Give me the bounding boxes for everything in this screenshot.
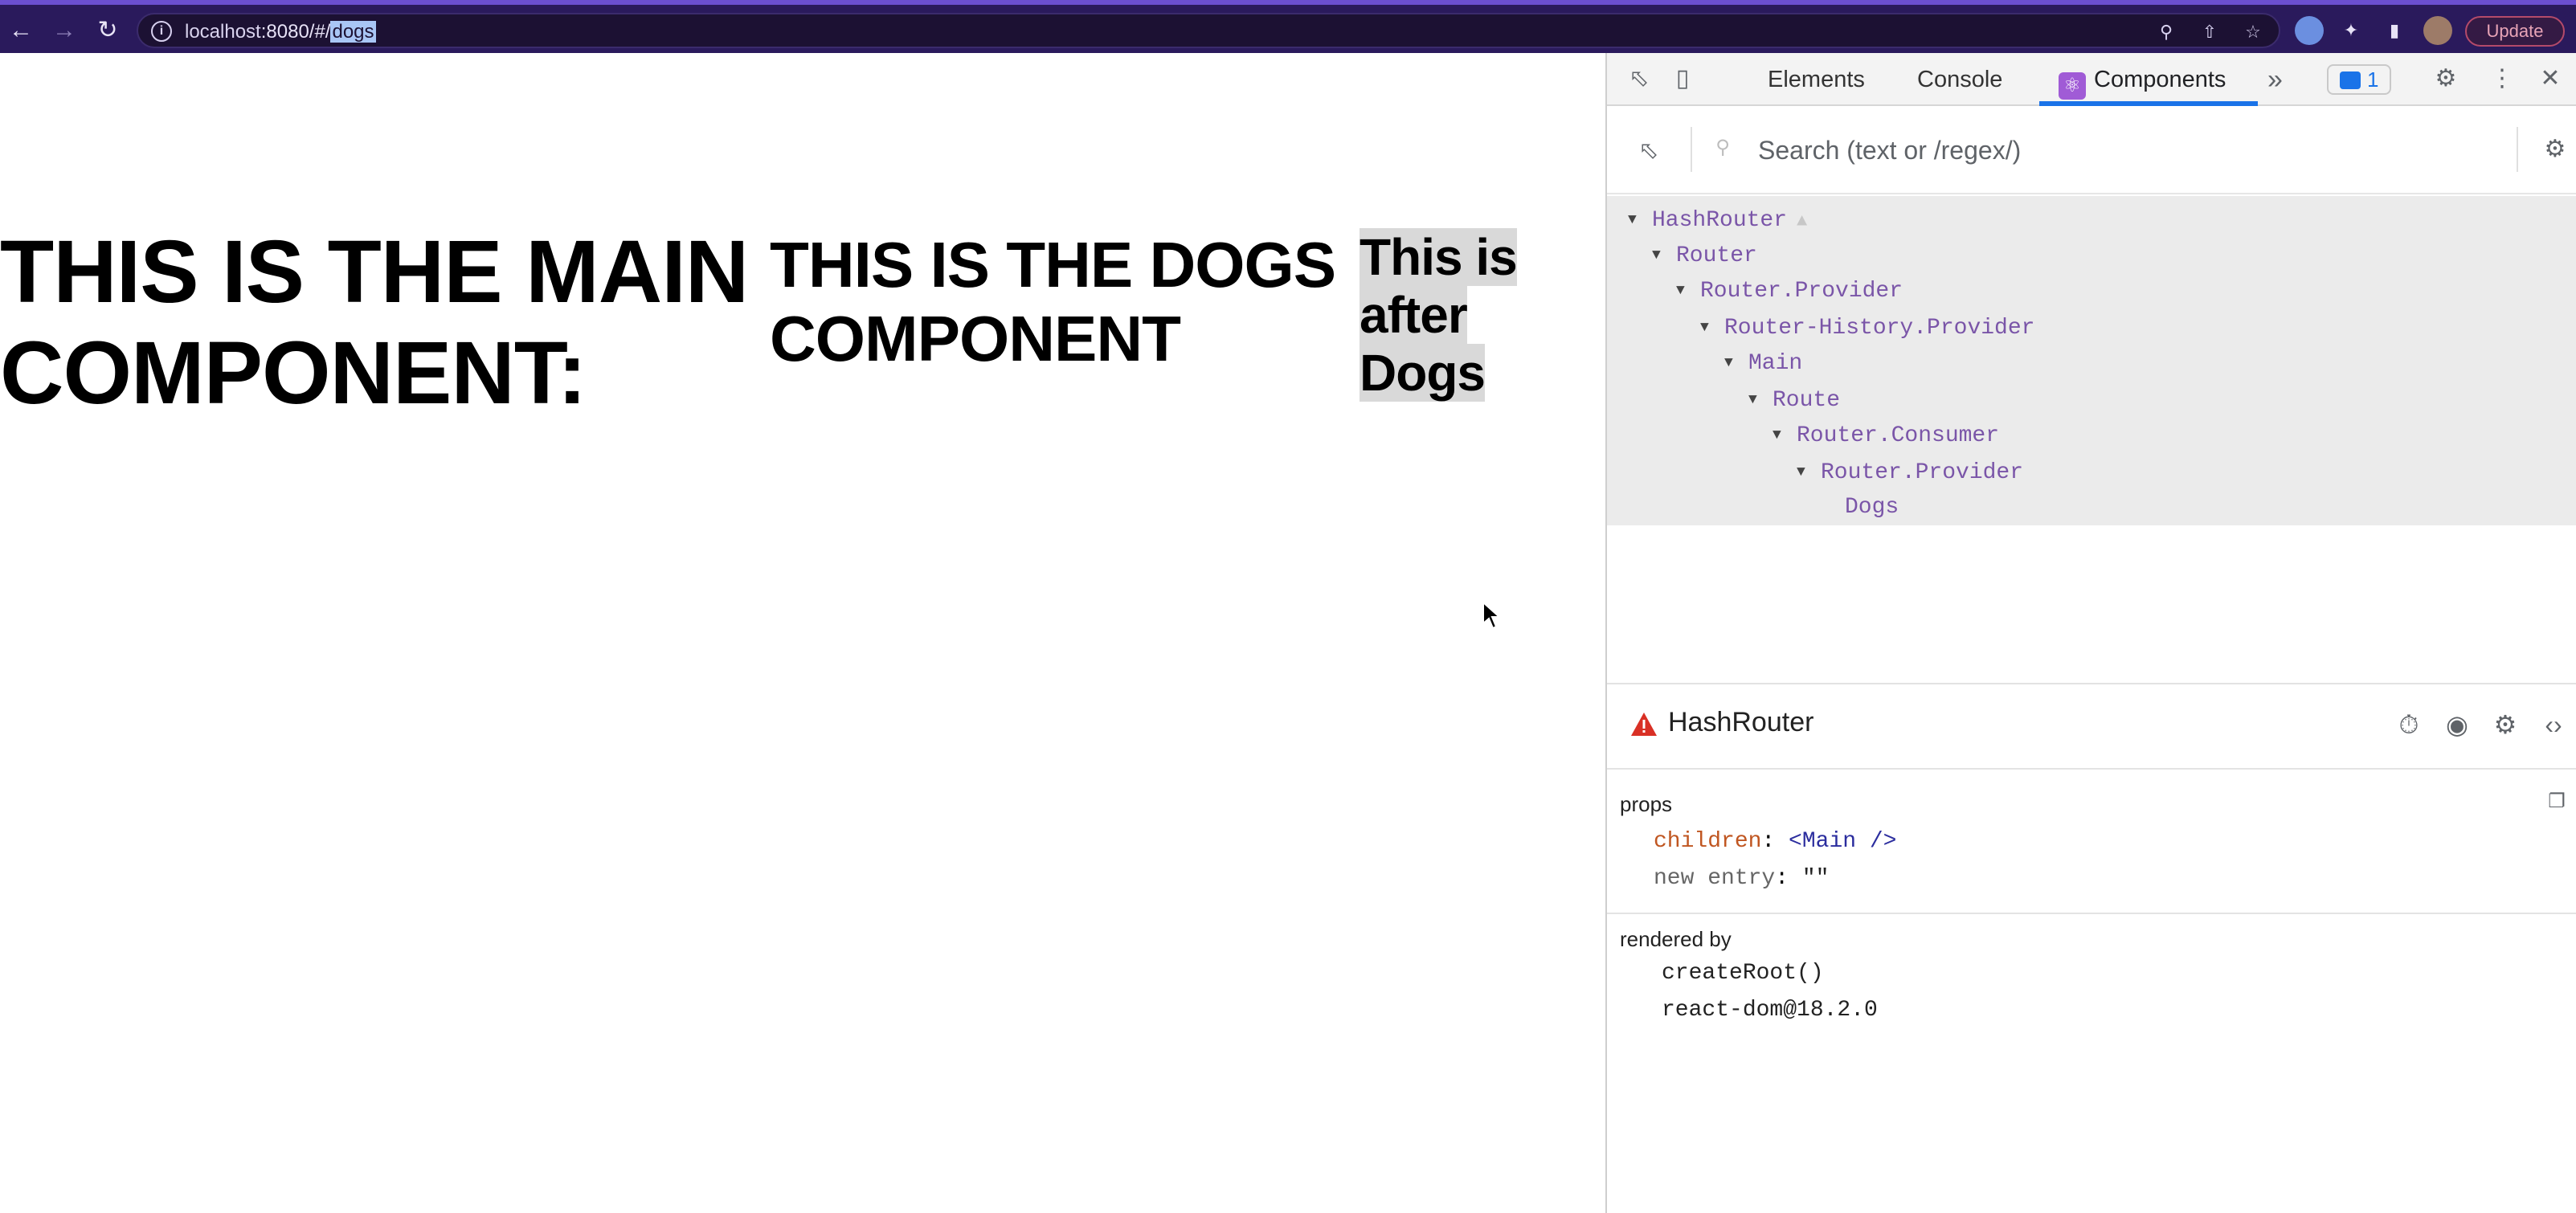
tree-node-hashrouter[interactable]: ▼ HashRouter ▲ xyxy=(1628,202,1807,238)
prop-row-new-entry[interactable]: new entry: "" xyxy=(1654,866,1829,891)
main-component-heading: THIS IS THE MAIN COMPONENT: xyxy=(0,223,749,423)
dogs-component-heading: THIS IS THE DOGS COMPONENT xyxy=(770,229,1336,374)
forward-icon[interactable]: → xyxy=(48,14,80,47)
tree-node-main[interactable]: ▼ Main xyxy=(1724,345,1802,381)
copy-props-icon[interactable]: ❐ xyxy=(2541,786,2573,818)
site-info-icon[interactable]: i xyxy=(151,21,172,42)
tree-node-label: Router.Provider xyxy=(1821,460,2024,485)
warning-icon xyxy=(1631,713,1657,736)
component-search-input[interactable] xyxy=(1758,130,2481,170)
tab-console[interactable]: Console xyxy=(1917,53,2002,106)
puzzle-extensions-icon[interactable]: ✦ xyxy=(2340,19,2362,42)
search-divider-right xyxy=(2517,127,2518,172)
expand-arrow-icon[interactable]: ▼ xyxy=(1700,310,1724,345)
tree-node-router-provider-inner[interactable]: ▼ Router.Provider xyxy=(1797,455,2023,490)
devtools-tab-bar: ⬁ ▯ Elements Console ⚛ Components » 1 ⚙ ⋮… xyxy=(1607,53,2576,106)
tree-node-label: Router-History.Provider xyxy=(1724,316,2035,341)
tree-node-label: Router.Provider xyxy=(1700,279,1903,304)
side-panel-icon[interactable]: ▮ xyxy=(2383,19,2406,42)
update-button[interactable]: Update xyxy=(2465,16,2565,47)
rendered-by-item: createRoot() xyxy=(1662,961,1824,986)
browser-toolbar: ← → ↻ i localhost:8080/#/dogs ⚲ ⇧ ☆ ✦ ▮ … xyxy=(0,0,2576,53)
expand-arrow-icon[interactable]: ▼ xyxy=(1773,418,1797,453)
tree-node-router-consumer[interactable]: ▼ Router.Consumer xyxy=(1773,418,1999,453)
url-host: localhost xyxy=(185,21,261,43)
props-section-label: props xyxy=(1620,792,1673,816)
web-page-viewport: THIS IS THE MAIN COMPONENT: THIS IS THE … xyxy=(0,53,1605,1213)
close-devtools-icon[interactable]: ✕ xyxy=(2534,63,2566,95)
bookmark-star-icon[interactable]: ☆ xyxy=(2242,21,2264,43)
tree-node-label: Router xyxy=(1676,243,1757,268)
settings-gear-icon[interactable]: ⚙ xyxy=(2430,63,2462,95)
view-source-icon[interactable]: ‹› xyxy=(2537,709,2570,741)
prop-key: children xyxy=(1654,829,1762,854)
reload-icon[interactable]: ↻ xyxy=(92,14,124,47)
mouse-cursor-icon xyxy=(1482,601,1501,630)
url-hash-selected: dogs xyxy=(330,21,376,43)
tab-components-label: Components xyxy=(2094,67,2226,92)
tree-node-router[interactable]: ▼ Router xyxy=(1652,238,1757,273)
devtools-panel: ⬁ ▯ Elements Console ⚛ Components » 1 ⚙ ⋮… xyxy=(1605,53,2576,1213)
prop-value[interactable]: "" xyxy=(1802,866,1830,891)
tree-node-route[interactable]: ▼ Route xyxy=(1748,382,1840,418)
tree-node-label: Dogs xyxy=(1845,495,1899,520)
bug-icon[interactable]: ⚙ xyxy=(2489,709,2521,741)
section-divider xyxy=(1607,913,2576,914)
expand-arrow-icon[interactable]: ▼ xyxy=(1797,455,1821,490)
select-component-icon[interactable]: ⬁ xyxy=(1633,135,1665,167)
tree-node-label: Main xyxy=(1748,351,1803,376)
prop-separator: : xyxy=(1761,829,1789,854)
profile-avatar[interactable] xyxy=(2423,16,2452,45)
issues-icon xyxy=(2340,71,2361,89)
component-tree: ▼ HashRouter ▲ ▼ Router ▼ Router.Provider ▼ R… xyxy=(1607,196,2576,525)
url-path: :8080/#/ xyxy=(260,21,331,43)
warning-small-icon: ▲ xyxy=(1797,211,1808,231)
expand-arrow-icon[interactable]: ▼ xyxy=(1628,202,1652,238)
tab-components[interactable]: ⚛ Components xyxy=(2059,53,2226,106)
tree-node-label: Route xyxy=(1773,388,1841,413)
address-bar[interactable]: i localhost:8080/#/dogs ⚲ ⇧ ☆ xyxy=(137,13,2280,48)
tree-node-router-history-provider[interactable]: ▼ Router-History.Provider xyxy=(1700,310,2034,345)
back-icon[interactable]: ← xyxy=(5,14,37,47)
component-settings-icon[interactable]: ⚙ xyxy=(2539,133,2571,165)
tree-node-label: HashRouter xyxy=(1652,208,1788,233)
issues-badge[interactable]: 1 xyxy=(2327,64,2391,95)
expand-arrow-icon[interactable]: ▼ xyxy=(1748,382,1773,418)
tree-node-label: Router.Consumer xyxy=(1797,423,2000,448)
after-dogs-text: This is after Dogs xyxy=(1360,228,1536,402)
share-icon[interactable]: ⇧ xyxy=(2198,21,2221,43)
kebab-menu-icon[interactable]: ⋮ xyxy=(2486,63,2518,95)
expand-arrow-icon[interactable]: ▼ xyxy=(1676,273,1700,308)
react-logo-icon: ⚛ xyxy=(2059,72,2086,100)
tree-node-dogs[interactable]: Dogs xyxy=(1845,490,1899,525)
tab-elements[interactable]: Elements xyxy=(1768,53,1865,106)
prop-key[interactable]: new entry xyxy=(1654,866,1775,891)
prop-separator: : xyxy=(1775,866,1802,891)
after-dogs-text-highlight: This is after Dogs xyxy=(1360,228,1518,402)
more-tabs-icon[interactable]: » xyxy=(2267,53,2283,106)
issues-count: 1 xyxy=(2367,67,2379,92)
stopwatch-icon[interactable]: ⏱ xyxy=(2393,709,2425,741)
inspect-element-icon[interactable]: ⬁ xyxy=(1623,63,1655,95)
eye-icon[interactable]: ◉ xyxy=(2441,709,2473,741)
expand-arrow-icon[interactable]: ▼ xyxy=(1724,345,1748,381)
selected-component-title: HashRouter xyxy=(1668,707,1814,737)
extension-icon[interactable] xyxy=(2295,16,2324,45)
component-details-pane: HashRouter ⏱ ◉ ⚙ ‹› props ❐ children: <M… xyxy=(1607,683,2576,1213)
prop-row-children[interactable]: children: <Main /> xyxy=(1654,829,1896,854)
prop-value: <Main /> xyxy=(1789,829,1897,854)
details-header: HashRouter ⏱ ◉ ⚙ ‹› xyxy=(1607,684,2576,770)
search-divider xyxy=(1691,127,1692,172)
zoom-icon[interactable]: ⚲ xyxy=(2155,21,2177,43)
device-toolbar-icon[interactable]: ▯ xyxy=(1666,63,1699,95)
search-icon: ⚲ xyxy=(1715,137,1730,158)
url-text[interactable]: localhost:8080/#/dogs xyxy=(185,21,376,43)
rendered-by-label: rendered by xyxy=(1620,927,1732,951)
tree-node-router-provider[interactable]: ▼ Router.Provider xyxy=(1676,273,1903,308)
expand-arrow-icon[interactable]: ▼ xyxy=(1652,238,1676,273)
components-search-row: ⬁ ⚲ ⚙ xyxy=(1607,106,2576,194)
rendered-by-item: react-dom@18.2.0 xyxy=(1662,998,1878,1023)
